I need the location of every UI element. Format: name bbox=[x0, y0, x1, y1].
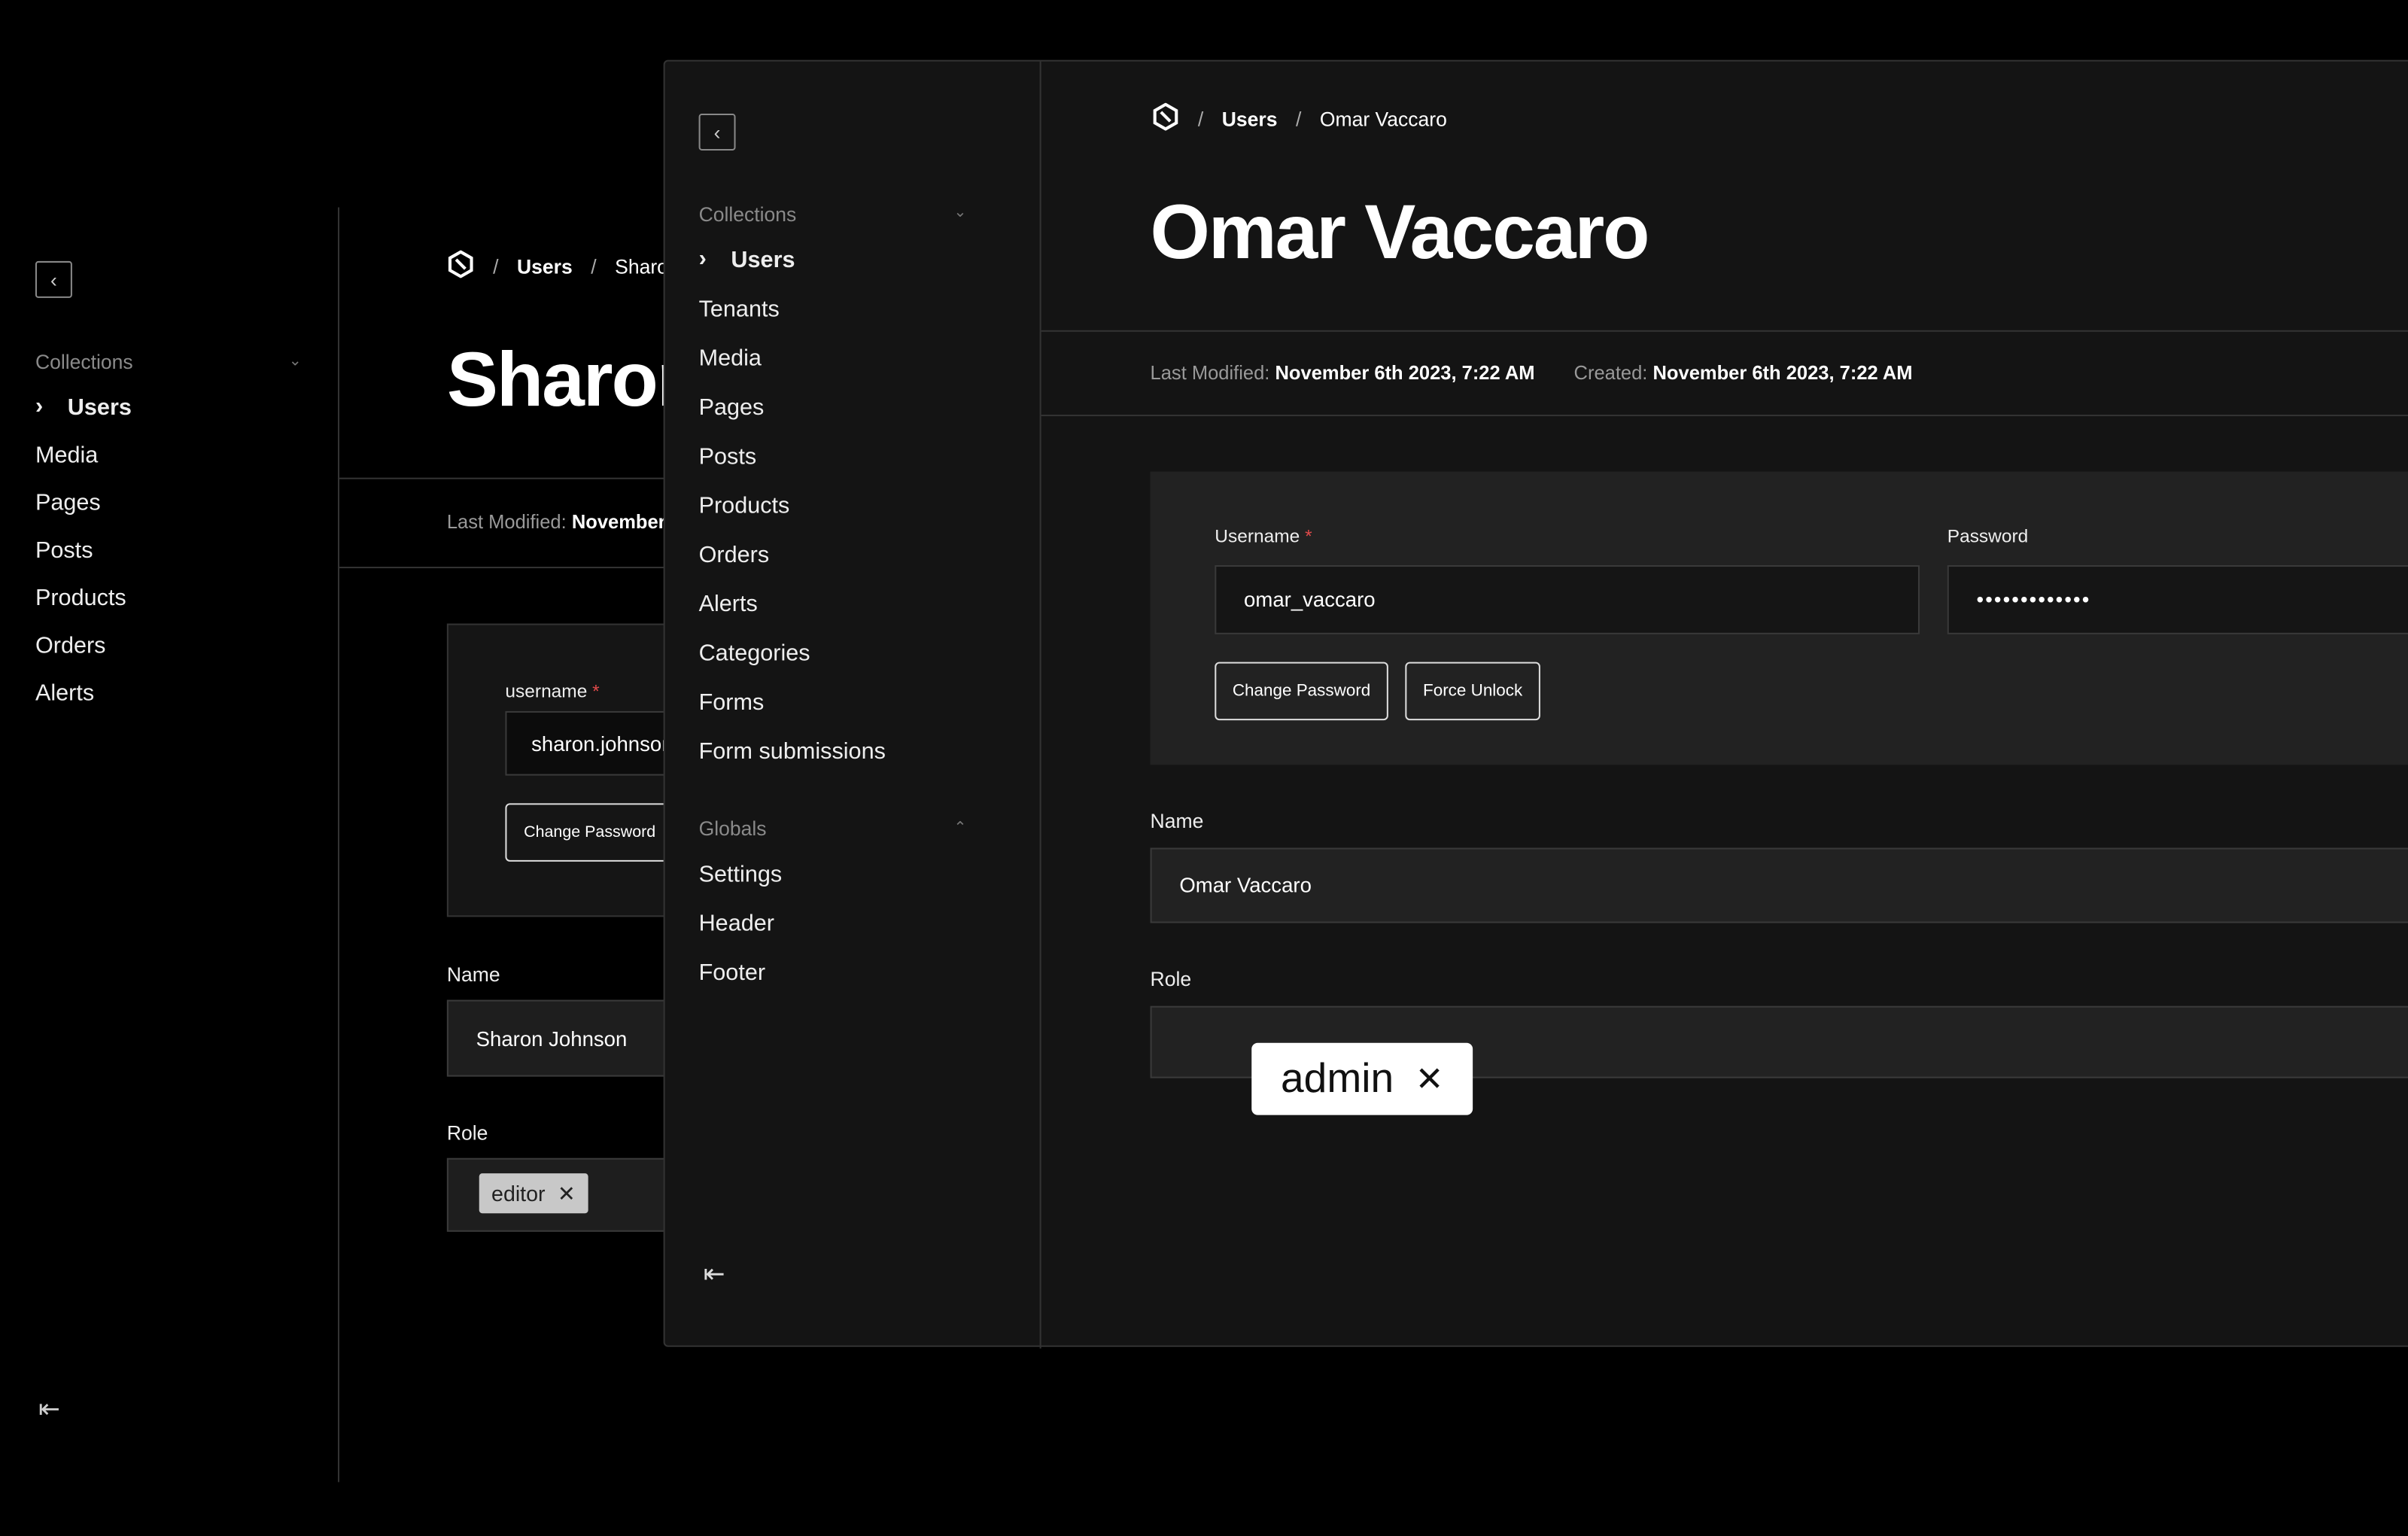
sidebar-item-posts[interactable]: Posts bbox=[699, 444, 757, 470]
breadcrumb-current: Omar Vaccaro bbox=[1319, 107, 1447, 131]
force-unlock-button[interactable]: Force Unlock bbox=[1405, 662, 1540, 721]
role-chip-admin: admin ✕ bbox=[1251, 1042, 1473, 1115]
front-window: ‹ Collections ⌄ › Users Tenants Media Pages P… bbox=[663, 59, 2408, 1349]
username-label: Username bbox=[1215, 525, 1300, 547]
sidebar-item-settings[interactable]: Settings bbox=[699, 862, 783, 888]
name-label: Name bbox=[1150, 809, 1204, 833]
password-label: Password bbox=[1947, 525, 2029, 547]
chevron-right-icon: › bbox=[35, 393, 44, 420]
sidebar-item-products[interactable]: Products bbox=[699, 493, 790, 519]
chevron-down-icon[interactable]: ⌄ bbox=[953, 204, 966, 221]
sidebar-divider bbox=[1039, 61, 1041, 1349]
sidebar-item-users[interactable]: › Users bbox=[35, 393, 132, 421]
sidebar-item-pages[interactable]: Pages bbox=[35, 490, 101, 516]
chevron-right-icon: › bbox=[698, 245, 707, 272]
change-password-button[interactable]: Change Password bbox=[505, 803, 674, 862]
sidebar-item-categories[interactable]: Categories bbox=[699, 640, 810, 667]
sidebar-item-alerts[interactable]: Alerts bbox=[699, 592, 758, 618]
password-input[interactable]: ••••••••••••• bbox=[1947, 565, 2408, 634]
change-password-button[interactable]: Change Password bbox=[1215, 662, 1388, 721]
sidebar-item-media[interactable]: Media bbox=[35, 443, 98, 469]
sidebar-item-products[interactable]: Products bbox=[35, 586, 126, 612]
sidebar-item-alerts[interactable]: Alerts bbox=[35, 680, 94, 707]
sidebar-item-orders[interactable]: Orders bbox=[699, 542, 770, 568]
logo-icon[interactable] bbox=[1152, 102, 1180, 135]
collapse-sidebar-button[interactable]: ‹ bbox=[35, 260, 72, 298]
collections-group-label: Collections bbox=[698, 202, 797, 226]
logout-icon[interactable]: ⇤ bbox=[38, 1395, 60, 1425]
sidebar-item-header[interactable]: Header bbox=[699, 911, 774, 937]
document-meta: Last Modified: November 6th 2023, 7:22 A… bbox=[1150, 362, 1913, 385]
chevron-left-icon: ‹ bbox=[50, 268, 57, 291]
breadcrumb-separator: / bbox=[1197, 107, 1204, 131]
sidebar-item-forms[interactable]: Forms bbox=[699, 689, 765, 716]
collapse-sidebar-button[interactable]: ‹ bbox=[698, 114, 736, 151]
sidebar-item-posts[interactable]: Posts bbox=[35, 537, 93, 564]
role-chip-editor: editor ✕ bbox=[479, 1173, 588, 1214]
breadcrumb-users[interactable]: Users bbox=[1222, 108, 1278, 131]
breadcrumb-separator: / bbox=[591, 254, 597, 278]
chevron-down-icon[interactable]: ⌄ bbox=[289, 353, 302, 370]
chevron-left-icon: ‹ bbox=[713, 120, 721, 144]
breadcrumb-users[interactable]: Users bbox=[517, 255, 573, 278]
sidebar-item-orders[interactable]: Orders bbox=[35, 633, 106, 659]
sidebar-item-tenants[interactable]: Tenants bbox=[699, 297, 780, 323]
sidebar-item-media[interactable]: Media bbox=[699, 345, 762, 372]
name-input[interactable]: Omar Vaccaro bbox=[1150, 847, 2408, 923]
sidebar-divider bbox=[337, 207, 340, 1483]
username-input[interactable]: omar_vaccaro bbox=[1215, 565, 1920, 634]
sidebar-item-form-submissions[interactable]: Form submissions bbox=[699, 739, 886, 765]
logout-icon[interactable]: ⇤ bbox=[704, 1259, 725, 1290]
globals-group-label: Globals bbox=[698, 817, 767, 841]
remove-icon[interactable]: ✕ bbox=[1415, 1059, 1444, 1099]
sidebar-item-users[interactable]: › Users bbox=[698, 245, 795, 274]
remove-icon[interactable]: ✕ bbox=[558, 1180, 576, 1206]
sidebar-item-pages[interactable]: Pages bbox=[699, 394, 765, 421]
username-label: username bbox=[505, 680, 588, 702]
page-title: Omar Vaccaro bbox=[1150, 189, 1650, 275]
chevron-up-icon[interactable]: ⌃ bbox=[953, 820, 966, 837]
sidebar-item-footer[interactable]: Footer bbox=[699, 960, 765, 987]
breadcrumb-separator: / bbox=[493, 254, 499, 278]
collections-group-label: Collections bbox=[35, 350, 133, 373]
name-label: Name bbox=[446, 963, 500, 987]
role-label: Role bbox=[446, 1121, 488, 1145]
role-label: Role bbox=[1150, 967, 1192, 991]
breadcrumb-separator: / bbox=[1295, 107, 1302, 131]
logo-icon[interactable] bbox=[447, 250, 475, 283]
